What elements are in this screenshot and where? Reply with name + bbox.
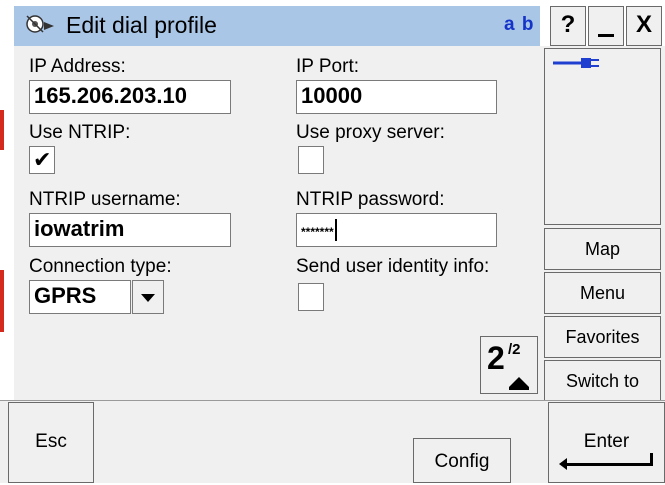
ntrip-password-field[interactable]: ******* (296, 213, 497, 247)
connection-plug-icon (553, 55, 603, 76)
status-panel[interactable] (544, 48, 661, 225)
send-identity-checkbox[interactable] (298, 283, 324, 311)
chevron-down-icon (141, 294, 155, 302)
connection-type-label: Connection type: (29, 256, 172, 277)
use-ntrip-checkbox[interactable]: ✔ (29, 146, 55, 174)
page-up-icon (509, 377, 529, 387)
checkmark-icon: ✔ (33, 147, 52, 172)
map-button[interactable]: Map (544, 228, 661, 270)
ntrip-username-label: NTRIP username: (29, 189, 181, 210)
text-caret (334, 219, 337, 242)
switch-to-button[interactable]: Switch to (544, 360, 661, 402)
input-mode-indicator[interactable]: a b (504, 14, 534, 36)
favorites-button[interactable]: Favorites (544, 316, 661, 358)
ip-address-field[interactable]: 165.206.203.10 (29, 80, 231, 114)
enter-icon-arrow (559, 458, 567, 470)
use-ntrip-label: Use NTRIP: (29, 122, 131, 143)
close-button[interactable]: X (626, 6, 662, 46)
menu-button[interactable]: Menu (544, 272, 661, 314)
password-mask: ******* (301, 225, 334, 239)
help-button[interactable]: ? (550, 6, 586, 46)
window-title: Edit dial profile (66, 12, 217, 38)
esc-button[interactable]: Esc (8, 402, 94, 483)
edge-marker (0, 270, 4, 332)
send-identity-label: Send user identity info: (296, 256, 490, 277)
dropdown-button[interactable] (132, 280, 164, 314)
enter-icon-tick (650, 453, 653, 466)
minimize-icon (598, 34, 614, 37)
ip-address-label: IP Address: (29, 56, 126, 77)
ntrip-username-field[interactable]: iowatrim (29, 213, 231, 247)
satellite-icon (22, 10, 56, 40)
connection-type-select[interactable]: GPRS (29, 280, 131, 314)
page-up-bar (509, 387, 529, 390)
ntrip-password-label: NTRIP password: (296, 189, 445, 210)
use-proxy-label: Use proxy server: (296, 122, 445, 143)
page-total: /2 (508, 341, 521, 358)
page-current: 2 (487, 340, 505, 376)
page-indicator-button[interactable]: 2 /2 (480, 336, 538, 394)
enter-icon (565, 463, 653, 466)
use-proxy-checkbox[interactable] (298, 146, 324, 174)
minimize-button[interactable] (588, 6, 624, 46)
edge-marker (0, 110, 4, 150)
ip-port-label: IP Port: (296, 56, 360, 77)
enter-button[interactable]: Enter (548, 402, 665, 483)
ip-port-field[interactable]: 10000 (296, 80, 497, 114)
enter-label: Enter (583, 431, 630, 452)
config-button[interactable]: Config (413, 438, 511, 483)
